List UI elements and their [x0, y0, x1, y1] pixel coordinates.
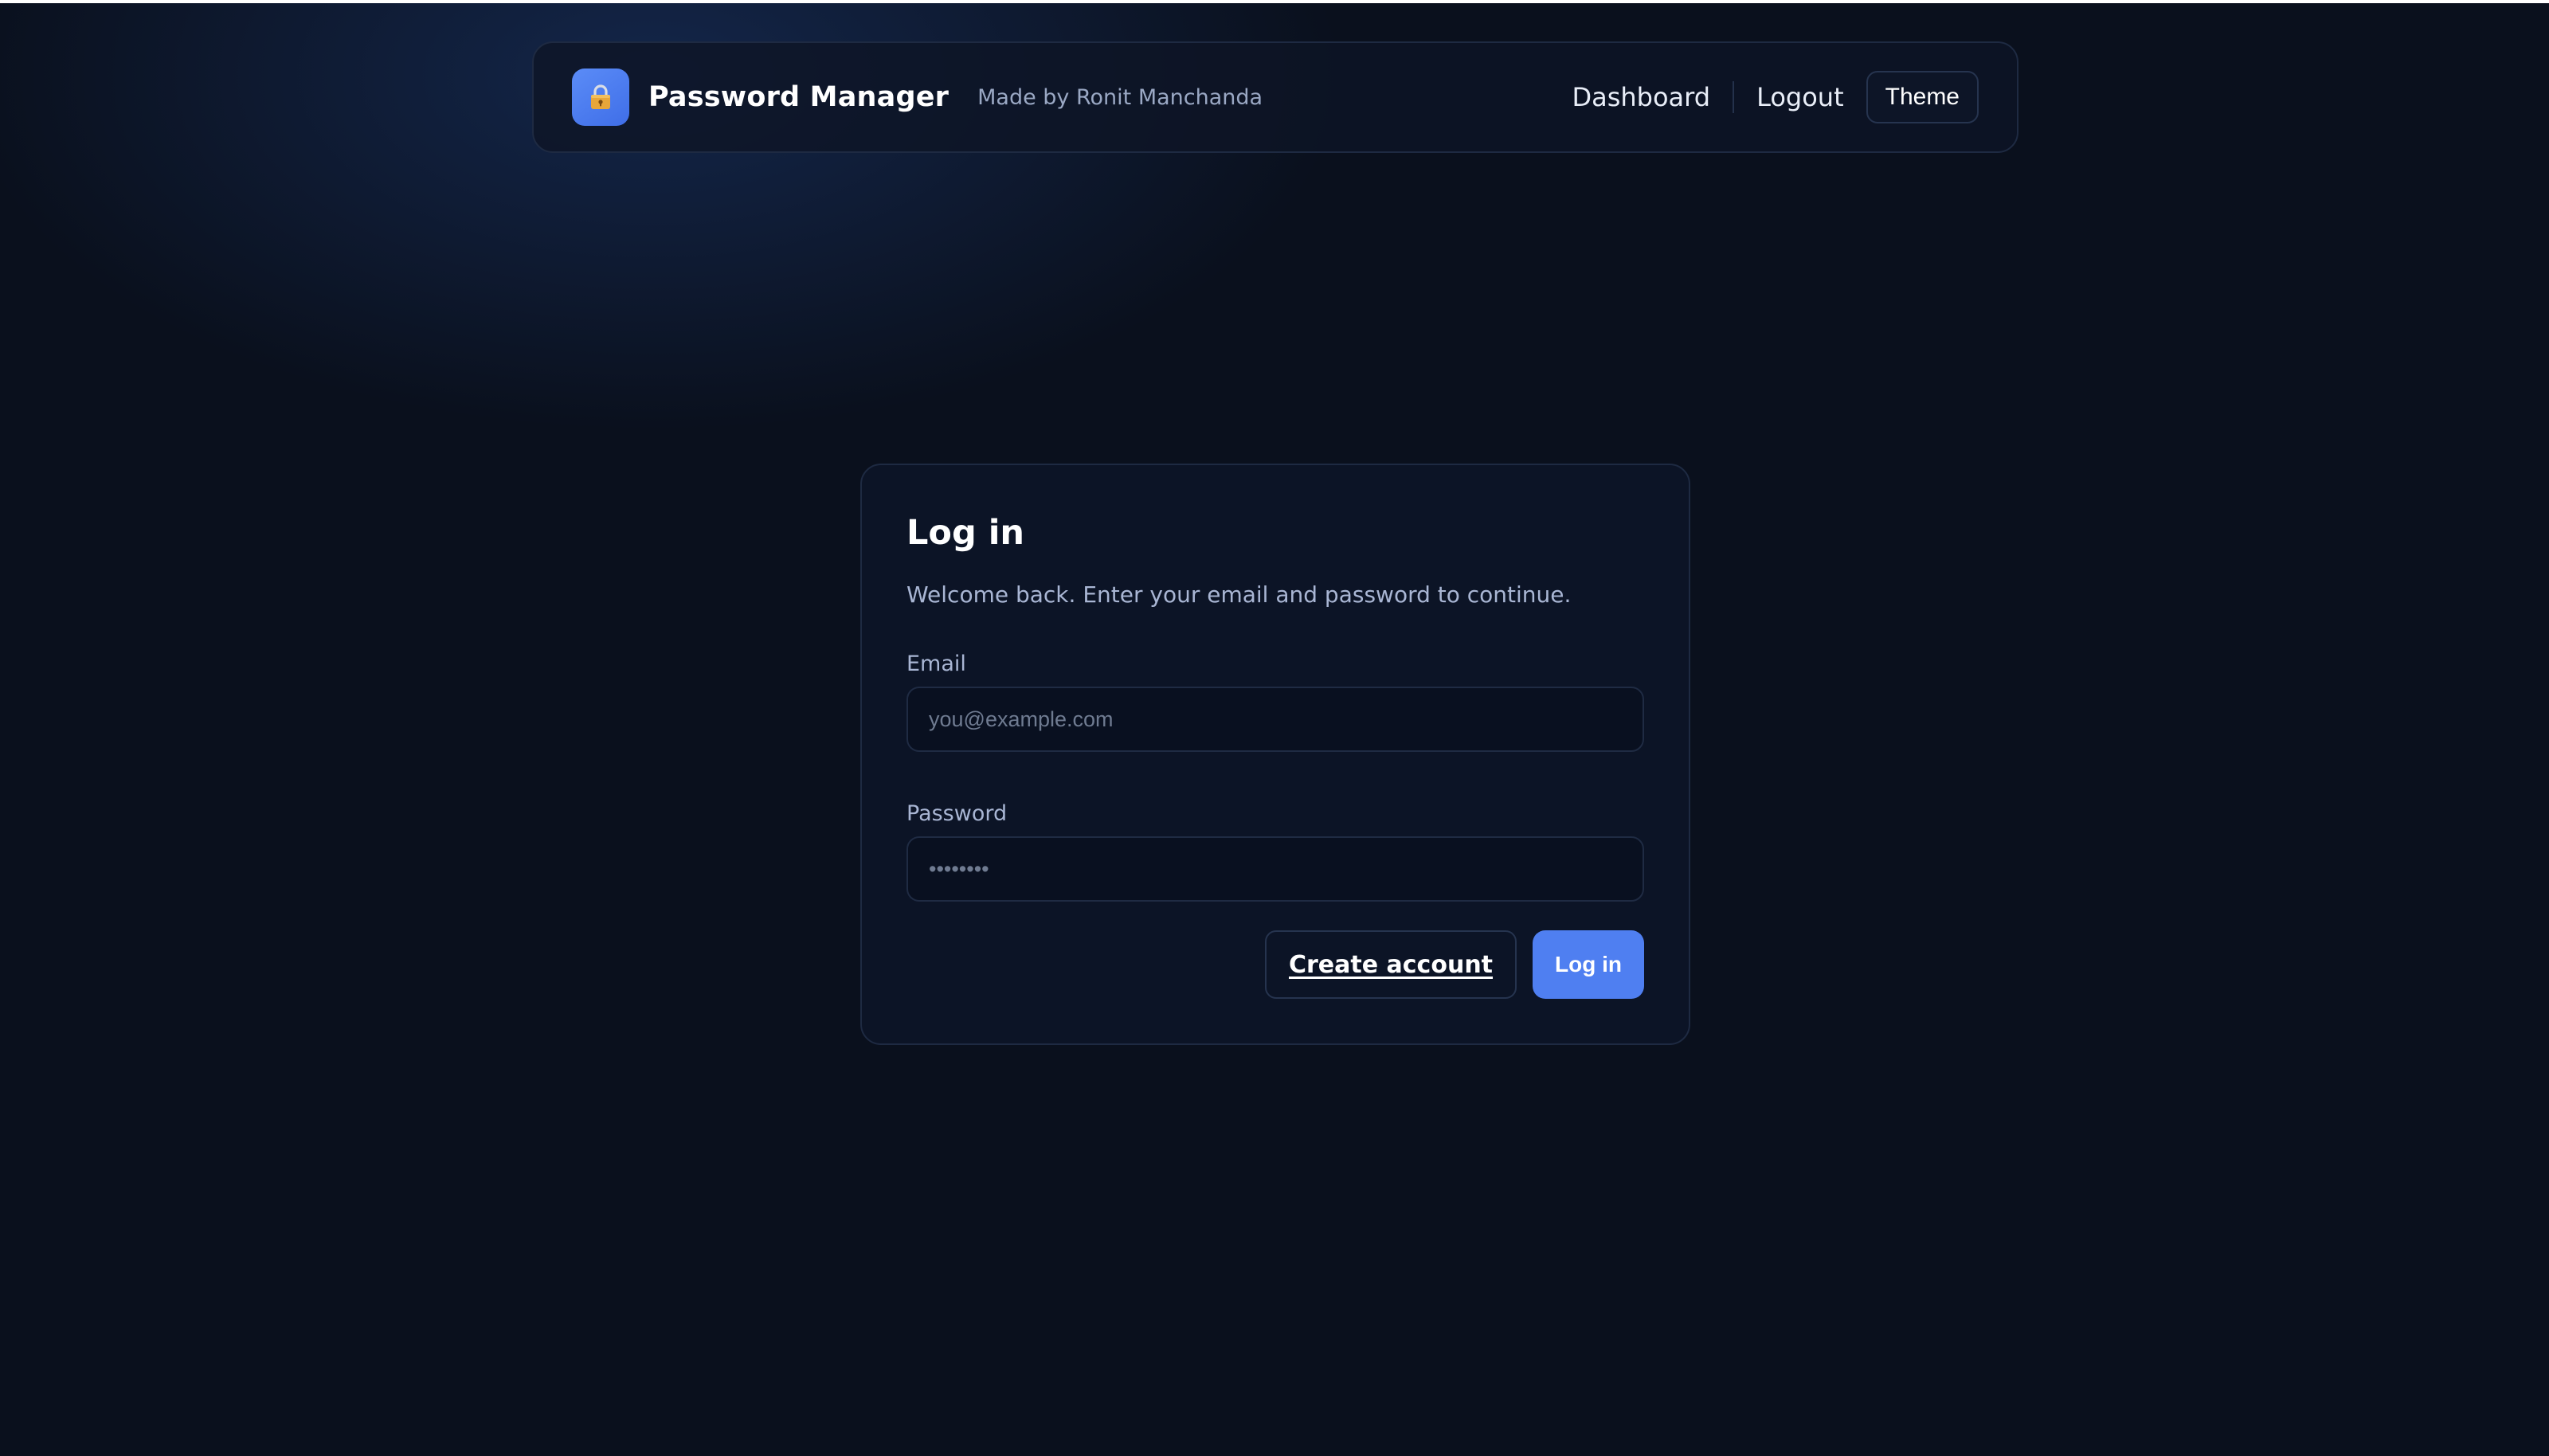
app-logo [572, 68, 629, 126]
top-navigation-bar: Password Manager Made by Ronit Manchanda… [532, 41, 2018, 153]
login-title: Log in [906, 513, 1025, 553]
password-input[interactable] [906, 836, 1644, 902]
login-subtitle: Welcome back. Enter your email and passw… [906, 581, 1572, 608]
header-nav: Dashboard Logout Theme [1572, 71, 1979, 123]
theme-toggle-button[interactable]: Theme [1866, 71, 1979, 123]
login-card: Log in Welcome back. Enter your email an… [860, 464, 1690, 1045]
app-credit: Made by Ronit Manchanda [977, 84, 1263, 110]
dashboard-link[interactable]: Dashboard [1572, 82, 1710, 112]
lock-icon [591, 84, 610, 109]
log-in-button[interactable]: Log in [1533, 930, 1644, 999]
password-label: Password [906, 801, 1008, 826]
create-account-button[interactable]: Create account [1265, 930, 1517, 999]
login-actions: Create account Log in [1265, 930, 1644, 999]
logout-link[interactable]: Logout [1756, 82, 1844, 112]
app-title: Password Manager [648, 81, 950, 113]
nav-divider [1733, 81, 1735, 113]
email-label: Email [906, 652, 966, 676]
email-input[interactable] [906, 687, 1644, 752]
